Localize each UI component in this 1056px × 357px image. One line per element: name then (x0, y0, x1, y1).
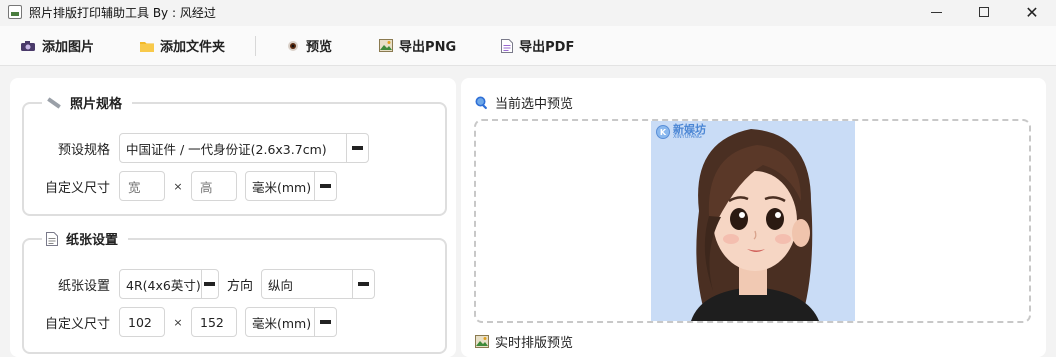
portrait-illustration (691, 129, 819, 321)
photo-spec-title-text: 照片规格 (70, 97, 123, 112)
preview-panel: 当前选中预览 K 新娱坊 XINYUFANG 实时排版预览 (461, 78, 1046, 357)
app-icon (8, 5, 22, 19)
current-preview-area[interactable]: K 新娱坊 XINYUFANG (474, 119, 1031, 323)
title-bar: 照片排版打印辅助工具 By : 风经过 ✕ (0, 0, 1056, 24)
maximize-button[interactable] (960, 0, 1008, 24)
export-pdf-label: 导出PDF (519, 40, 575, 55)
preview-label: 预览 (306, 40, 333, 55)
selected-photo: K 新娱坊 XINYUFANG (651, 121, 855, 321)
custom-size-row: 自定义尺寸 宽 × 高 毫米(mm) (34, 171, 337, 201)
unit-select[interactable]: 毫米(mm) (245, 171, 337, 201)
add-folder-button[interactable]: 添加文件夹 (140, 26, 225, 66)
minimize-icon (930, 11, 942, 13)
paper-custom-size-row: 自定义尺寸 102 × 152 毫米(mm) (34, 307, 337, 337)
export-png-label: 导出PNG (399, 40, 457, 55)
paper-height-input[interactable]: 152 (191, 307, 237, 337)
toolbar: 添加图片 添加文件夹 预览 导出PNG 导出PDF (0, 26, 1056, 66)
page-icon (46, 231, 58, 246)
unit-value: 毫米(mm) (252, 179, 312, 195)
minimize-button[interactable] (912, 0, 960, 24)
eye-icon (286, 40, 300, 52)
paper-unit-select[interactable]: 毫米(mm) (245, 307, 337, 337)
watermark-logo: K 新娱坊 XINYUFANG (656, 124, 706, 140)
preset-value: 中国证件 / 一代身份证(2.6x3.7cm) (126, 141, 327, 157)
height-input[interactable]: 高 (191, 171, 237, 201)
preview-button[interactable]: 预览 (286, 26, 332, 66)
window-controls: ✕ (912, 0, 1056, 24)
photo-spec-group: 照片规格 预设规格 中国证件 / 一代身份证(2.6x3.7cm) 自定义尺寸 … (22, 93, 447, 216)
paper-value: 4R(4x6英寸) (126, 277, 201, 293)
folder-icon (140, 40, 155, 52)
layout-preview-heading: 实时排版预览 (475, 332, 573, 351)
image-icon (379, 39, 394, 52)
custom-size-label: 自定义尺寸 (44, 180, 110, 196)
camera-icon (20, 40, 36, 52)
dropdown-arrow-icon (346, 134, 368, 162)
paper-custom-size-label: 自定义尺寸 (44, 316, 110, 332)
paper-group: 纸张设置 纸张设置 4R(4x6英寸) 方向 纵向 自定义尺寸 102 × 15… (22, 229, 447, 354)
add-folder-label: 添加文件夹 (160, 40, 226, 55)
paper-unit-value: 毫米(mm) (252, 315, 312, 331)
logo-icon: K (656, 125, 670, 139)
paper-title-text: 纸张设置 (66, 233, 119, 248)
toolbar-separator (255, 35, 257, 56)
close-button[interactable]: ✕ (1008, 0, 1056, 24)
paper-width-input[interactable]: 102 (119, 307, 165, 337)
paper-select[interactable]: 4R(4x6英寸) (119, 269, 219, 299)
dropdown-arrow-icon (352, 270, 374, 298)
times-sign: × (173, 315, 183, 329)
maximize-icon (979, 7, 989, 17)
width-input[interactable]: 宽 (119, 171, 165, 201)
add-image-label: 添加图片 (42, 40, 95, 55)
layout-preview-label: 实时排版预览 (495, 336, 574, 351)
document-icon (501, 38, 514, 53)
picture-icon (475, 335, 489, 348)
orientation-value: 纵向 (268, 277, 294, 293)
orientation-label: 方向 (227, 278, 254, 294)
dropdown-arrow-icon (200, 270, 218, 298)
current-preview-heading: 当前选中预览 (475, 93, 573, 112)
preset-label: 预设规格 (57, 142, 110, 158)
add-image-button[interactable]: 添加图片 (20, 26, 94, 66)
current-preview-label: 当前选中预览 (495, 97, 574, 112)
watermark-subtext: XINYUFANG (673, 134, 702, 140)
paper-title: 纸张设置 (42, 229, 129, 248)
photo-spec-title: 照片规格 (42, 93, 133, 112)
times-sign: × (173, 179, 183, 193)
ruler-icon (46, 96, 62, 110)
window-title: 照片排版打印辅助工具 By : 风经过 (29, 5, 216, 20)
settings-panel: 照片规格 预设规格 中国证件 / 一代身份证(2.6x3.7cm) 自定义尺寸 … (10, 78, 456, 357)
paper-row: 纸张设置 4R(4x6英寸) 方向 纵向 (44, 269, 376, 299)
export-pdf-button[interactable]: 导出PDF (501, 26, 574, 66)
preset-select[interactable]: 中国证件 / 一代身份证(2.6x3.7cm) (119, 133, 369, 163)
dropdown-arrow-icon (314, 172, 336, 200)
close-icon: ✕ (1025, 2, 1039, 22)
paper-label: 纸张设置 (57, 278, 110, 294)
preset-row: 预设规格 中国证件 / 一代身份证(2.6x3.7cm) (44, 133, 369, 163)
orientation-select[interactable]: 纵向 (261, 269, 376, 299)
magnifier-icon (475, 96, 489, 110)
dropdown-arrow-icon (314, 308, 336, 336)
export-png-button[interactable]: 导出PNG (379, 26, 456, 66)
